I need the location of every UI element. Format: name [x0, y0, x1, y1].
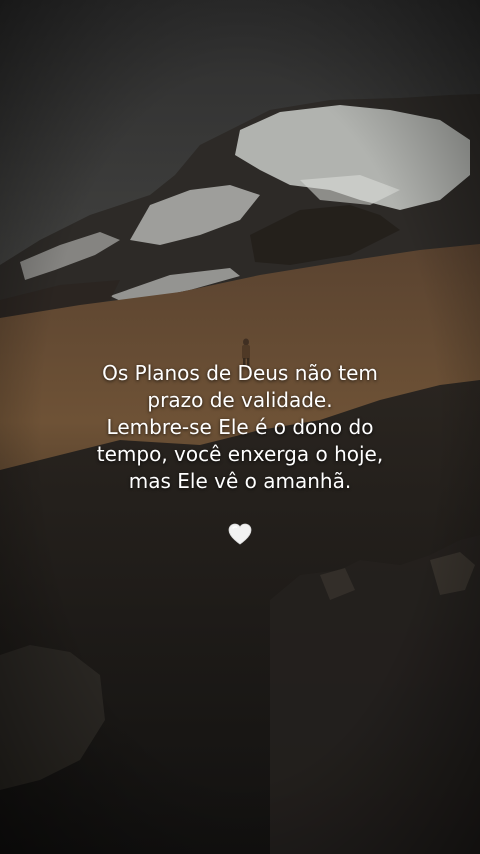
- quote-line-5: mas Ele vê o amanhã.: [128, 469, 352, 493]
- photo-background: Os Planos de Deus não tem prazo de valid…: [0, 0, 480, 854]
- quote-text: Os Planos de Deus não tem prazo de valid…: [0, 360, 480, 495]
- white-heart-icon: [227, 522, 253, 546]
- quote-line-2: prazo de validade.: [147, 388, 333, 412]
- quote-line-3: Lembre-se Ele é o dono do: [106, 415, 374, 439]
- quote-line-1: Os Planos de Deus não tem: [102, 361, 378, 385]
- quote-line-4: tempo, você enxerga o hoje,: [96, 442, 384, 466]
